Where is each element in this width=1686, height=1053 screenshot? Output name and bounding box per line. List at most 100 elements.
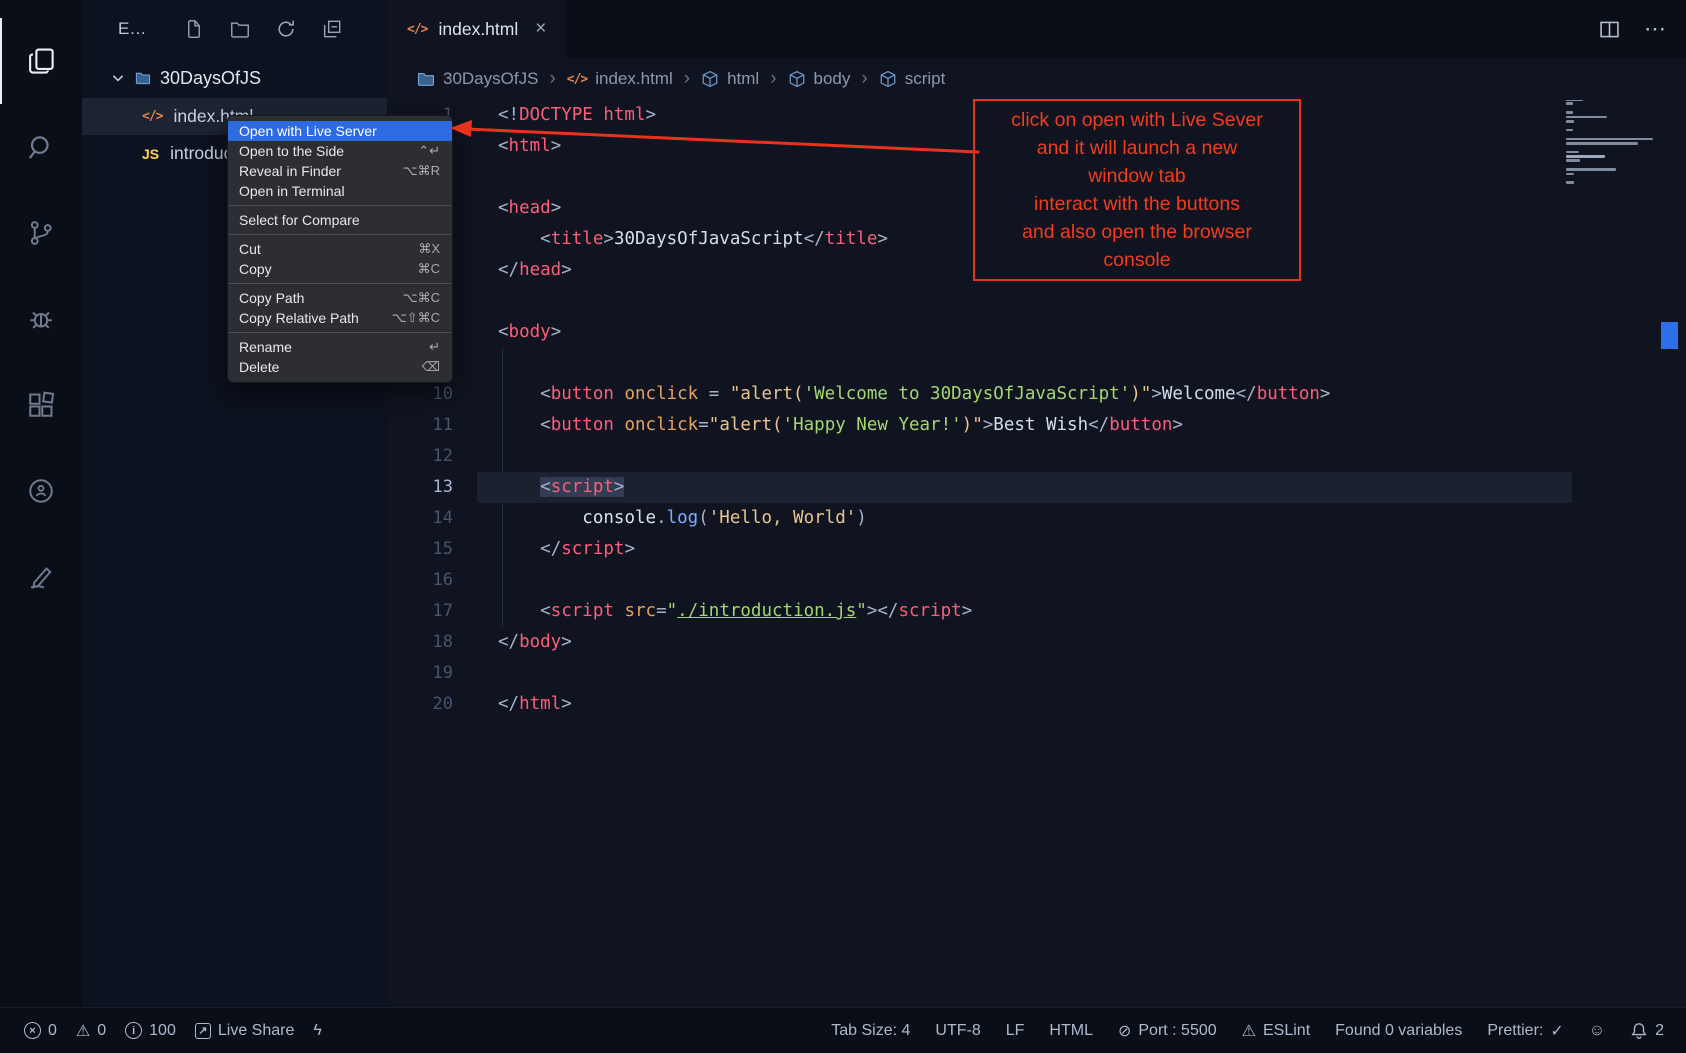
status-item-prettier[interactable]: Prettier:✓	[1487, 1021, 1563, 1041]
code-line-10[interactable]: 10 <button onclick = "alert('Welcome to …	[387, 379, 1572, 410]
status-item-html[interactable]: HTML	[1049, 1022, 1093, 1040]
chevron-down-icon	[110, 70, 126, 86]
status-item-tab-size-4[interactable]: Tab Size: 4	[831, 1022, 910, 1040]
menu-item-reveal-in-finder[interactable]: Reveal in Finder⌥⌘R	[228, 161, 452, 181]
split-editor-icon[interactable]	[1599, 19, 1620, 40]
status-item-eslint[interactable]: ⚠ESLint	[1242, 1021, 1310, 1041]
tab-index-html[interactable]: </> index.html ×	[387, 0, 566, 58]
code-line-14[interactable]: 14 console.log('Hello, World')	[387, 503, 1572, 534]
minimap-line	[1566, 111, 1573, 114]
menu-item-open-to-the-side[interactable]: Open to the Side⌃↵	[228, 141, 452, 161]
status-item-found-0-variables[interactable]: Found 0 variables	[1335, 1022, 1462, 1040]
cube-icon	[701, 70, 719, 88]
files-icon	[27, 46, 57, 76]
live-share-button[interactable]	[0, 448, 82, 534]
status-item-utf-8[interactable]: UTF-8	[935, 1022, 980, 1040]
menu-item-copy[interactable]: Copy⌘C	[228, 259, 452, 279]
code-line-7[interactable]: 7	[387, 286, 1572, 317]
menu-item-delete[interactable]: Delete⌫	[228, 357, 452, 377]
menu-item-label: Open to the Side	[239, 143, 344, 159]
code-line-16[interactable]: 16	[387, 565, 1572, 596]
menu-item-label: Select for Compare	[239, 212, 360, 228]
flash-icon: ϟ	[313, 1022, 321, 1040]
code-line-15[interactable]: 15 </script>	[387, 534, 1572, 565]
minimap-line	[1566, 129, 1573, 132]
status-item-label: Port : 5500	[1138, 1022, 1216, 1040]
line-number[interactable]: 19	[387, 658, 477, 689]
menu-item-open-with-live-server[interactable]: Open with Live Server	[228, 121, 452, 141]
search-button[interactable]	[0, 104, 82, 190]
status-item-smiley-icon[interactable]: ☺	[1589, 1022, 1605, 1040]
menu-item-shortcut: ↵	[429, 339, 440, 355]
status-item-2[interactable]: 2	[1630, 1022, 1664, 1040]
status-item-label: ESLint	[1263, 1022, 1310, 1040]
status-item-label: Live Share	[218, 1022, 295, 1040]
extensions-button[interactable]	[0, 362, 82, 448]
menu-item-rename[interactable]: Rename↵	[228, 337, 452, 357]
close-icon[interactable]: ×	[535, 18, 546, 40]
menu-item-copy-relative-path[interactable]: Copy Relative Path⌥⇧⌘C	[228, 308, 452, 328]
status-item-label: Prettier:	[1487, 1022, 1543, 1040]
line-number[interactable]: 12	[387, 441, 477, 472]
code-line-18[interactable]: 18</body>	[387, 627, 1572, 658]
scrollbar-marker[interactable]	[1661, 322, 1678, 349]
status-item-flash-icon[interactable]: ϟ	[313, 1022, 321, 1040]
explorer-button[interactable]	[0, 18, 82, 104]
code-line-20[interactable]: 20</html>	[387, 689, 1572, 720]
annotation-line: and also open the browser	[981, 218, 1293, 246]
tab-label: index.html	[438, 19, 518, 40]
minimap-line	[1566, 138, 1653, 141]
breadcrumb-item-folder[interactable]: 30DaysOfJS	[417, 69, 538, 89]
status-item-0[interactable]: ⚠0	[76, 1021, 106, 1041]
more-actions-icon[interactable]: ⋯	[1644, 16, 1668, 42]
run-debug-button[interactable]	[0, 276, 82, 362]
breadcrumb-item-script[interactable]: script	[879, 69, 946, 89]
line-number[interactable]: 13	[387, 472, 477, 503]
menu-item-copy-path[interactable]: Copy Path⌥⌘C	[228, 288, 452, 308]
js-file-icon: JS	[142, 146, 159, 162]
menu-item-open-in-terminal[interactable]: Open in Terminal	[228, 181, 452, 201]
menu-separator	[229, 332, 451, 333]
line-number[interactable]: 10	[387, 379, 477, 410]
menu-item-cut[interactable]: Cut⌘X	[228, 239, 452, 259]
status-item-label: 100	[149, 1022, 176, 1040]
breadcrumb-item-body[interactable]: body	[788, 69, 851, 89]
line-number[interactable]: 11	[387, 410, 477, 441]
html-file-icon: </>	[142, 109, 162, 124]
code-line-9[interactable]: 9	[387, 348, 1572, 379]
line-number[interactable]: 17	[387, 596, 477, 627]
source-control-button[interactable]	[0, 190, 82, 276]
folder-icon	[135, 70, 151, 86]
breadcrumb-item-file[interactable]: </> index.html	[567, 69, 673, 89]
status-item-port-5500[interactable]: ⊘Port : 5500	[1118, 1021, 1217, 1041]
code-line-13[interactable]: 13 <script>	[387, 472, 1572, 503]
collapse-folders-icon[interactable]	[321, 18, 343, 40]
status-item-live-share[interactable]: ↗Live Share	[195, 1022, 295, 1040]
tree-root-folder[interactable]: 30DaysOfJS	[82, 58, 387, 98]
line-number[interactable]: 14	[387, 503, 477, 534]
code-line-12[interactable]: 12	[387, 441, 1572, 472]
bug-icon	[26, 304, 56, 334]
breadcrumb-item-html[interactable]: html	[701, 69, 759, 89]
chevron-right-icon: ›	[684, 68, 690, 90]
code-line-19[interactable]: 19	[387, 658, 1572, 689]
breadcrumb: 30DaysOfJS › </> index.html › html › bod…	[387, 58, 1686, 100]
refresh-icon[interactable]	[275, 18, 297, 40]
new-file-button[interactable]	[183, 18, 205, 40]
line-number[interactable]: 20	[387, 689, 477, 720]
code-line-17[interactable]: 17 <script src="./introduction.js"></scr…	[387, 596, 1572, 627]
extensions-icon	[26, 390, 56, 420]
new-folder-button[interactable]	[229, 18, 251, 40]
code-text	[477, 441, 1572, 472]
menu-item-select-for-compare[interactable]: Select for Compare	[228, 210, 452, 230]
line-number[interactable]: 18	[387, 627, 477, 658]
status-item-0[interactable]: ×0	[24, 1022, 57, 1040]
line-number[interactable]: 15	[387, 534, 477, 565]
status-item-lf[interactable]: LF	[1006, 1022, 1025, 1040]
code-line-11[interactable]: 11 <button onclick="alert('Happy New Yea…	[387, 410, 1572, 441]
code-line-8[interactable]: 8<body>	[387, 317, 1572, 348]
edit-session-button[interactable]	[0, 534, 82, 620]
line-number[interactable]: 16	[387, 565, 477, 596]
status-item-100[interactable]: i100	[125, 1022, 176, 1040]
minimap[interactable]	[1566, 98, 1658, 186]
